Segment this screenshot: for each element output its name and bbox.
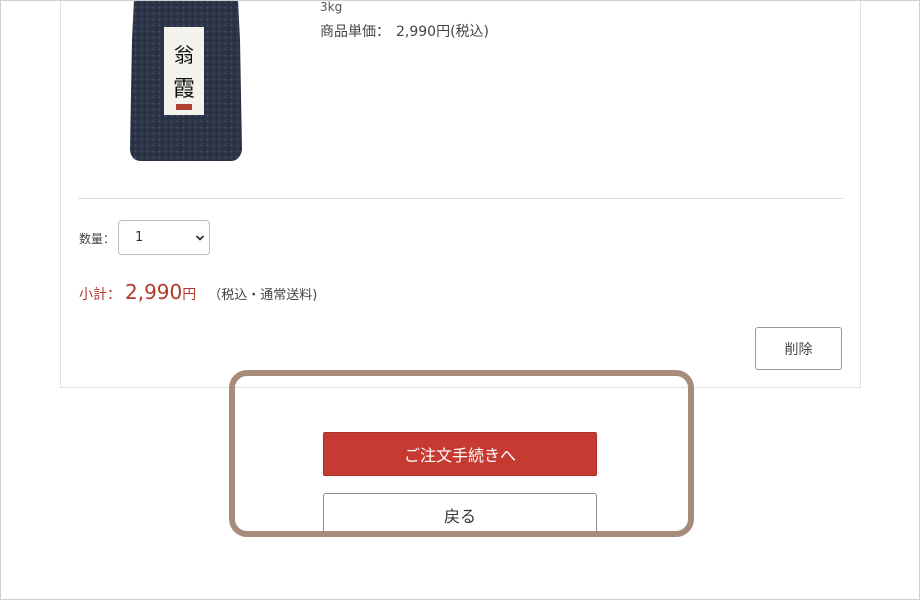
subtotal-currency: 円 (182, 287, 197, 303)
quantity-value: 1 (135, 230, 144, 245)
subtotal: 小計： 2,990円 （税込・通常送料) (79, 280, 317, 304)
rice-bag-image: 翁 霞 (130, 0, 242, 161)
page-background (0, 531, 920, 600)
subtotal-note: （税込・通常送料) (208, 288, 318, 303)
subtotal-amount: 2,990 (125, 280, 183, 304)
unit-price-value: 2,990円(税込) (396, 24, 490, 40)
svg-text:霞: 霞 (173, 77, 195, 102)
quantity-label: 数量： (79, 232, 116, 246)
unit-price: 商品単価： 2,990円(税込) (320, 21, 489, 41)
unit-price-label: 商品単価： (320, 24, 390, 40)
product-weight: 3kg (320, 0, 343, 14)
product-image[interactable]: 翁 霞 (128, 0, 244, 162)
highlight-frame (229, 370, 694, 537)
chevron-down-icon (195, 231, 205, 245)
svg-text:翁: 翁 (174, 43, 194, 67)
delete-button[interactable]: 削除 (755, 327, 842, 370)
quantity-select[interactable]: 1 (118, 220, 210, 255)
subtotal-label: 小計： (79, 287, 121, 303)
divider (78, 198, 843, 199)
